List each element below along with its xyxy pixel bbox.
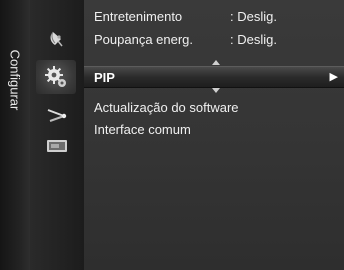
antenna-icon xyxy=(47,109,67,122)
category-icon-column xyxy=(30,0,84,270)
scroll-down-indicator xyxy=(212,88,220,93)
menu-item-label: PIP xyxy=(94,70,115,85)
menu-item-value: : Deslig. xyxy=(230,9,277,24)
category-title: Configurar xyxy=(0,50,30,111)
menu-item-label: Poupança energ. xyxy=(94,32,194,47)
menu-item-interface-comum[interactable]: Interface comum xyxy=(94,121,191,139)
category-picture[interactable] xyxy=(43,26,71,52)
menu-item-label: Actualização do software xyxy=(94,100,239,115)
category-title-text: Configurar xyxy=(7,49,23,111)
gear-icon xyxy=(45,66,66,87)
menu-item-label: Interface comum xyxy=(94,122,191,137)
submenu-arrow-icon: ▶ xyxy=(329,71,338,83)
menu-item-poupanca-energ[interactable]: Poupança energ. : Deslig. xyxy=(94,31,277,49)
menu-item-entretenimento[interactable]: Entretenimento : Deslig. xyxy=(94,8,277,26)
menu-item-pip[interactable]: PIP ▶ xyxy=(84,66,344,88)
category-input[interactable] xyxy=(43,103,71,129)
tv-settings-menu: Configurar Entretenimento: Deslig. Poup… xyxy=(0,0,344,270)
category-application[interactable] xyxy=(43,133,71,159)
menu-panel: Entretenimento : Deslig. Poupança energ.… xyxy=(84,0,344,270)
satellite-dish-icon xyxy=(50,31,63,47)
menu-item-value: : Deslig. xyxy=(230,32,277,47)
category-setup[interactable] xyxy=(36,60,76,94)
menu-item-actualizacao-software[interactable]: Actualização do software xyxy=(94,99,239,117)
scroll-up-indicator xyxy=(212,60,220,65)
menu-item-label: Entretenimento xyxy=(94,9,183,24)
tv-input-icon xyxy=(47,140,67,152)
category-label-strip: Configurar xyxy=(0,0,30,270)
